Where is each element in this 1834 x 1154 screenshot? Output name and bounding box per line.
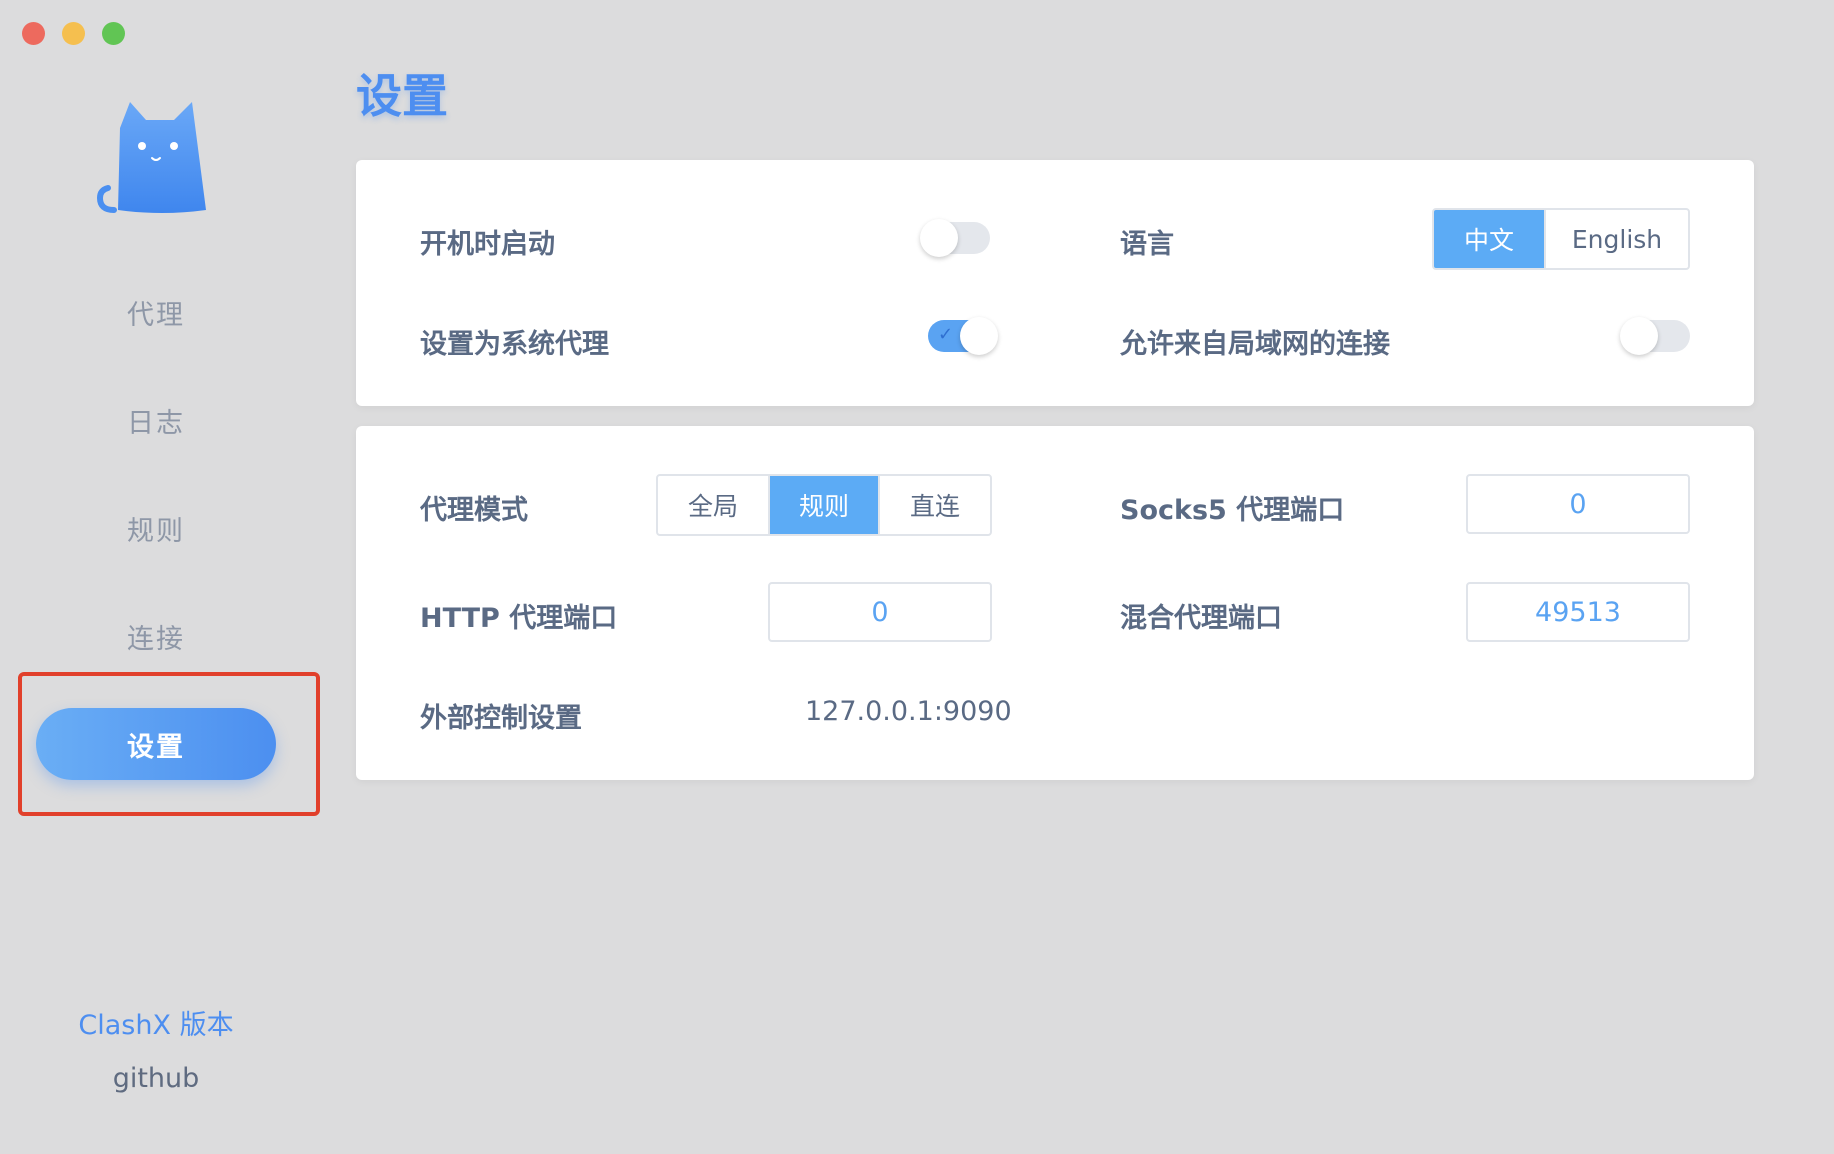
- mixed-port-input[interactable]: [1466, 582, 1690, 642]
- clashx-cat-logo-icon: [96, 102, 206, 213]
- sidebar: 代理 日志 规则 连接 设置 ClashX 版本 github: [0, 0, 320, 1154]
- system-proxy-label: 设置为系统代理: [420, 329, 609, 360]
- proxy-settings-card: 代理模式 全局 规则 直连 Socks5 代理端口 HTTP 代理端口 混合代理…: [356, 426, 1754, 780]
- sidebar-item-connections[interactable]: 连接: [36, 600, 276, 672]
- allow-lan-toggle[interactable]: [1620, 317, 1690, 355]
- allow-lan-label: 允许来自局域网的连接: [1120, 329, 1390, 360]
- app-window: 代理 日志 规则 连接 设置 ClashX 版本 github 设置 开机时启动…: [0, 0, 1834, 1154]
- http-port-label: HTTP 代理端口: [420, 603, 618, 634]
- launch-at-login-label: 开机时启动: [420, 229, 555, 260]
- language-label: 语言: [1120, 229, 1174, 260]
- sidebar-item-logs[interactable]: 日志: [36, 384, 276, 456]
- toggle-knob: [920, 219, 958, 257]
- external-controller-value: 127.0.0.1:9090: [805, 696, 1012, 727]
- proxy-mode-label: 代理模式: [420, 495, 528, 526]
- proxy-mode-selector: 全局 规则 直连: [656, 474, 992, 536]
- sidebar-item-rules[interactable]: 规则: [36, 492, 276, 564]
- mixed-port-label: 混合代理端口: [1120, 603, 1282, 634]
- github-link[interactable]: github: [0, 1063, 312, 1094]
- page-title: 设置: [356, 69, 448, 123]
- sidebar-item-proxy[interactable]: 代理: [36, 276, 276, 348]
- proxy-mode-rule[interactable]: 规则: [768, 476, 878, 534]
- external-controller-label: 外部控制设置: [420, 703, 582, 734]
- proxy-mode-global[interactable]: 全局: [658, 476, 768, 534]
- toggle-knob: [960, 317, 998, 355]
- socks5-port-input[interactable]: [1466, 474, 1690, 534]
- highlight-annotation: [18, 672, 320, 816]
- language-option-english[interactable]: English: [1544, 210, 1688, 268]
- system-proxy-toggle[interactable]: ✓: [928, 317, 998, 355]
- launch-at-login-toggle[interactable]: [920, 219, 990, 257]
- socks5-port-label: Socks5 代理端口: [1120, 495, 1345, 526]
- proxy-mode-direct[interactable]: 直连: [878, 476, 990, 534]
- toggle-knob: [1620, 317, 1658, 355]
- checkmark-icon: ✓: [938, 324, 954, 345]
- general-settings-card: 开机时启动 设置为系统代理 ✓ 语言 中文 English 允许来自局域网的连接: [356, 160, 1754, 406]
- version-link[interactable]: ClashX 版本: [0, 1003, 312, 1042]
- language-selector: 中文 English: [1432, 208, 1690, 270]
- language-option-chinese[interactable]: 中文: [1434, 210, 1544, 268]
- http-port-input[interactable]: [768, 582, 992, 642]
